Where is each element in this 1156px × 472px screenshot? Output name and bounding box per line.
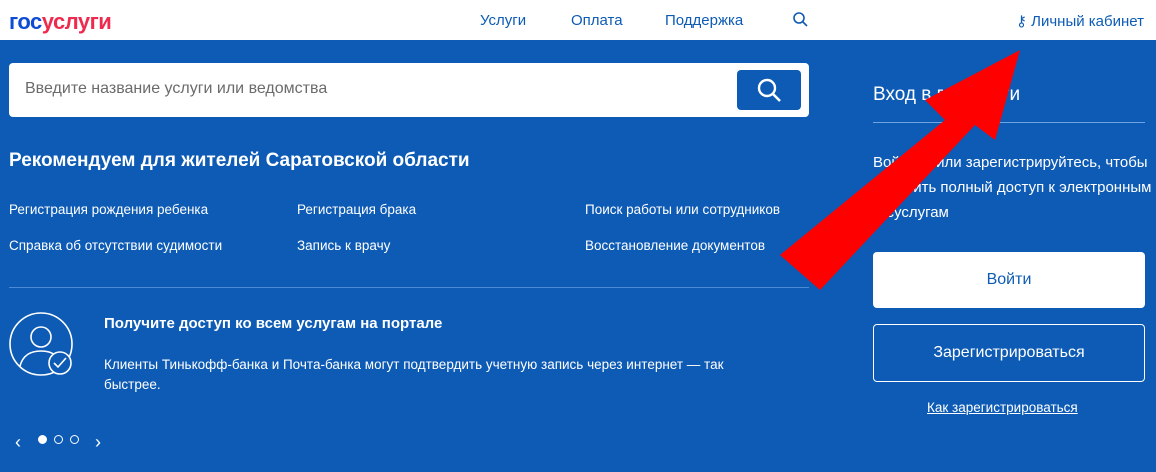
nav-support[interactable]: Поддержка [665, 12, 743, 29]
logo[interactable]: госуслуги [9, 9, 112, 35]
how-to-register-link[interactable]: Как зарегистрироваться [927, 400, 1078, 415]
service-link[interactable]: Регистрация брака [297, 202, 416, 217]
login-button[interactable]: Войти [873, 252, 1145, 308]
carousel-dot[interactable] [54, 435, 63, 444]
promo-text: Клиенты Тинькофф-банка и Почта-банка мог… [104, 357, 724, 392]
user-verified-icon [9, 312, 73, 376]
divider [9, 287, 809, 288]
search-icon [757, 78, 781, 102]
service-link[interactable]: Запись к врачу [297, 238, 390, 253]
service-link[interactable]: Регистрация рождения ребенка [9, 202, 208, 217]
search-icon[interactable] [792, 11, 810, 29]
carousel-dot-active[interactable] [38, 435, 47, 444]
key-icon: ⚷ [1015, 13, 1032, 30]
carousel-prev[interactable]: ‹ [15, 432, 21, 453]
service-link[interactable]: Справка об отсутствии судимости [9, 238, 222, 253]
divider [873, 122, 1145, 123]
nav-payment[interactable]: Оплата [571, 12, 623, 29]
personal-cabinet-link[interactable]: ⚷ Личный кабинет [1016, 12, 1144, 30]
nav-services[interactable]: Услуги [480, 12, 526, 29]
search-input[interactable] [25, 80, 705, 98]
recommend-title: Рекомендуем для жителей Саратовской обла… [9, 150, 470, 171]
login-title: Вход в госуслуги [873, 84, 1021, 105]
search-box [9, 63, 809, 117]
service-link[interactable]: Поиск работы или сотрудников [585, 202, 780, 217]
promo-title: Получите доступ ко всем услугам на порта… [104, 315, 443, 332]
carousel-next[interactable]: › [95, 432, 101, 453]
register-button[interactable]: Зарегистрироваться [873, 324, 1145, 382]
carousel-dot[interactable] [70, 435, 79, 444]
login-text: Войдите или зарегистрируйтесь, чтобы пол… [873, 154, 1152, 221]
header: госуслуги Услуги Оплата Поддержка ⚷ Личн… [0, 0, 1156, 42]
service-link[interactable]: Восстановление документов [585, 238, 765, 253]
search-button[interactable] [737, 70, 801, 110]
